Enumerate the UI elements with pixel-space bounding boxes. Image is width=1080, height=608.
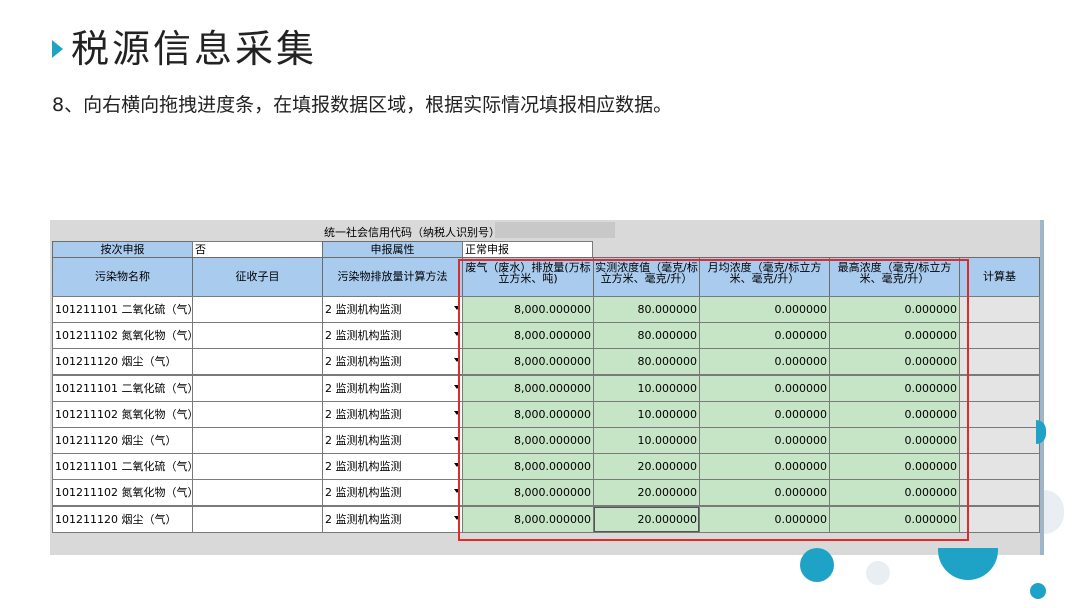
method-select-text: 2 监测机构监测 — [325, 486, 402, 500]
calc-base-cell — [959, 374, 1040, 402]
sub-item-cell[interactable] — [192, 348, 323, 376]
pollutant-cell-text: 101211102 氮氧化物（气） — [55, 407, 193, 421]
decor-circle — [1030, 583, 1046, 599]
method-select[interactable]: 2 监测机构监测 — [322, 479, 463, 507]
method-select-text: 2 监测机构监测 — [325, 434, 402, 447]
decor-circle — [938, 548, 998, 580]
pollutant-cell-text: 101211120 烟尘（气） — [55, 434, 177, 447]
filing-by-time-value[interactable]: 否 — [192, 241, 323, 258]
decor-circle — [1036, 420, 1046, 444]
method-select[interactable]: 2 监测机构监测 — [322, 453, 463, 481]
pollutant-cell-text: 101211101 二氧化硫（气） — [55, 381, 193, 395]
calc-base-cell — [959, 427, 1040, 454]
method-select[interactable]: 2 监测机构监测 — [322, 296, 463, 323]
pollutant-cell-text: 101211102 氮氧化物（气） — [55, 486, 193, 500]
pollutant-cell: 101211102 氮氧化物（气） — [52, 322, 193, 350]
pollutant-cell: 101211120 烟尘（气） — [52, 427, 193, 454]
pollutant-cell-text: 101211120 烟尘（气） — [55, 355, 177, 369]
col-header-sub-item: 征收子目 — [192, 257, 323, 297]
pollutant-cell: 101211101 二氧化硫（气） — [52, 453, 193, 481]
method-select[interactable]: 2 监测机构监测 — [322, 348, 463, 376]
sub-item-cell[interactable] — [192, 505, 323, 533]
method-select-text: 2 监测机构监测 — [325, 303, 402, 316]
pollutant-cell: 101211120 烟尘（气） — [52, 505, 193, 533]
fill-area-highlight — [458, 259, 969, 541]
title-marker-icon — [52, 40, 63, 58]
filing-attr-label: 申报属性 — [322, 241, 463, 258]
pollutant-cell: 101211102 氮氧化物（气） — [52, 400, 193, 428]
method-select[interactable]: 2 监测机构监测 — [322, 427, 463, 454]
pollutant-cell: 101211102 氮氧化物（气） — [52, 479, 193, 507]
method-select-text: 2 监测机构监测 — [325, 407, 402, 421]
sub-item-cell[interactable] — [192, 427, 323, 454]
decor-circle — [1044, 490, 1064, 534]
col-header-pollutant: 污染物名称 — [52, 257, 193, 297]
pollutant-cell-text: 101211120 烟尘（气） — [55, 512, 177, 526]
method-select-text: 2 监测机构监测 — [325, 381, 402, 395]
slide-header: 税源信息采集 — [52, 26, 317, 72]
method-select-text: 2 监测机构监测 — [325, 460, 402, 474]
pollutant-cell: 101211120 烟尘（气） — [52, 348, 193, 376]
pollutant-cell: 101211101 二氧化硫（气） — [52, 374, 193, 402]
sub-item-cell[interactable] — [192, 400, 323, 428]
sub-item-cell[interactable] — [192, 322, 323, 350]
method-select[interactable]: 2 监测机构监测 — [322, 505, 463, 533]
instruction-text: 8、向右横向拖拽进度条，在填报数据区域，根据实际情况填报相应数据。 — [52, 94, 673, 116]
sub-item-cell[interactable] — [192, 374, 323, 402]
sub-item-cell[interactable] — [192, 479, 323, 507]
calc-base-cell — [959, 348, 1040, 376]
calc-base-cell — [959, 479, 1040, 507]
calc-base-cell — [959, 400, 1040, 428]
calc-base-cell — [959, 322, 1040, 350]
sub-item-cell[interactable] — [192, 296, 323, 323]
calc-base-cell — [959, 453, 1040, 481]
decor-circle — [866, 561, 890, 585]
calc-base-cell — [959, 296, 1040, 323]
method-select-text: 2 监测机构监测 — [325, 329, 402, 343]
col-header-method: 污染物排放量计算方法 — [322, 257, 463, 297]
method-select[interactable]: 2 监测机构监测 — [322, 322, 463, 350]
pollutant-cell-text: 101211101 二氧化硫（气） — [55, 303, 193, 316]
pollutant-cell-text: 101211102 氮氧化物（气） — [55, 329, 193, 343]
pollutant-cell-text: 101211101 二氧化硫（气） — [55, 460, 193, 474]
method-select-text: 2 监测机构监测 — [325, 512, 402, 526]
uscc-value-redacted — [495, 222, 615, 238]
filing-attr-value[interactable]: 正常申报 — [462, 241, 593, 258]
uscc-label: 统一社会信用代码（纳税人识别号）： — [324, 226, 506, 239]
pollutant-cell: 101211101 二氧化硫（气） — [52, 296, 193, 323]
filing-by-time-label: 按次申报 — [52, 241, 193, 258]
method-select[interactable]: 2 监测机构监测 — [322, 400, 463, 428]
calc-base-cell — [959, 505, 1040, 533]
decor-circle — [800, 548, 834, 582]
method-select[interactable]: 2 监测机构监测 — [322, 374, 463, 402]
col-header-calc-base: 计算基 — [959, 257, 1040, 297]
method-select-text: 2 监测机构监测 — [325, 355, 402, 369]
slide-title: 税源信息采集 — [71, 27, 318, 71]
sub-item-cell[interactable] — [192, 453, 323, 481]
